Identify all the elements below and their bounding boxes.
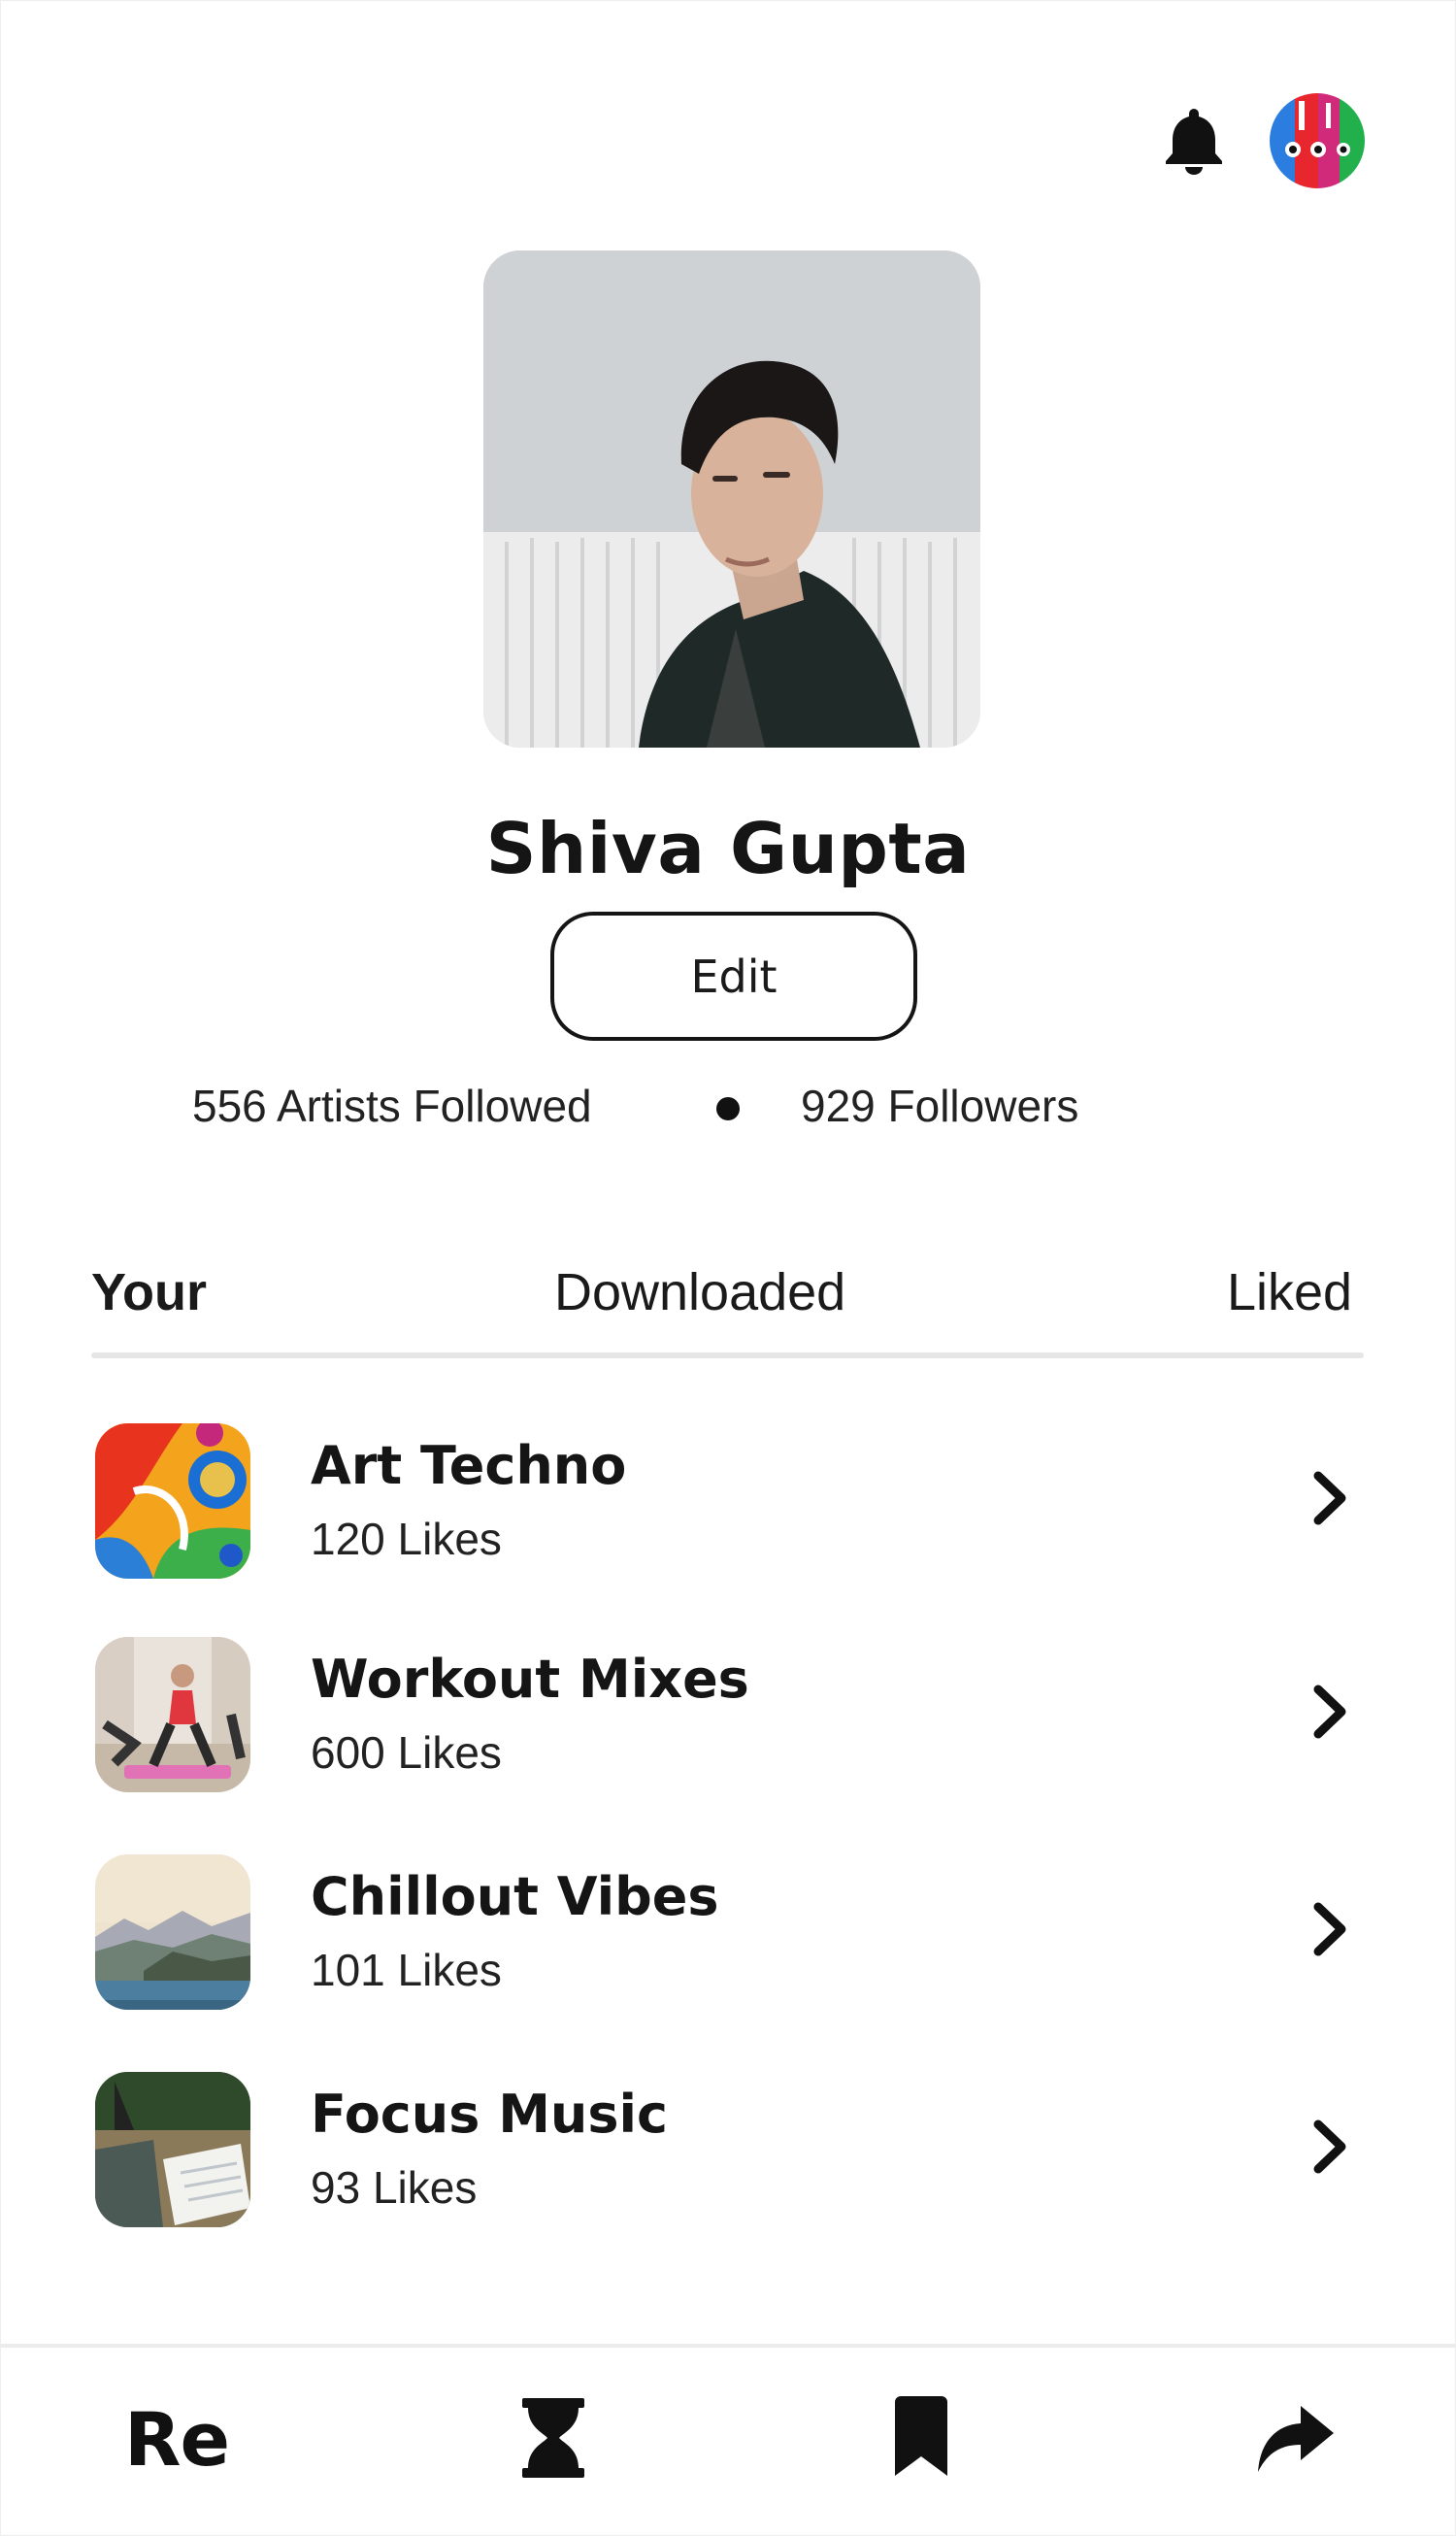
playlist-item-art-techno[interactable]: Art Techno 120 Likes	[91, 1423, 1364, 1588]
playlist-thumbnail	[95, 1637, 250, 1792]
playlist-likes: 93 Likes	[311, 2162, 478, 2213]
playlist-item-focus-music[interactable]: Focus Music 93 Likes	[91, 2072, 1364, 2237]
user-avatar[interactable]	[1270, 93, 1365, 188]
playlist-thumbnail	[95, 1423, 250, 1579]
playlist-likes: 600 Likes	[311, 1727, 502, 1778]
edit-button[interactable]: Edit	[550, 912, 917, 1041]
hourglass-icon[interactable]	[520, 2398, 586, 2482]
profile-name: Shiva Gupta	[485, 808, 971, 889]
share-icon[interactable]	[1254, 2402, 1336, 2478]
playlist-thumbnail	[95, 2072, 250, 2227]
tab-divider	[91, 1352, 1364, 1358]
chevron-right-icon[interactable]	[1307, 1468, 1355, 1528]
chevron-right-icon[interactable]	[1307, 1682, 1355, 1742]
playlist-item-workout-mixes[interactable]: Workout Mixes 600 Likes	[91, 1637, 1364, 1802]
artists-followed-count: 556 Artists Followed	[192, 1081, 592, 1131]
playlist-title: Chillout Vibes	[311, 1866, 719, 1927]
chevron-right-icon[interactable]	[1307, 2117, 1355, 2177]
followers-count: 929 Followers	[801, 1081, 1079, 1131]
playlist-title: Art Techno	[311, 1435, 627, 1496]
tab-liked[interactable]: Liked	[1227, 1262, 1352, 1322]
app-logo[interactable]: Re	[124, 2396, 230, 2483]
bell-icon[interactable]	[1163, 105, 1225, 175]
playlist-item-chillout-vibes[interactable]: Chillout Vibes 101 Likes	[91, 1854, 1364, 2019]
bottom-nav-divider	[0, 2344, 1456, 2348]
separator-dot	[716, 1097, 740, 1120]
playlist-thumbnail	[95, 1854, 250, 2010]
playlist-title: Focus Music	[311, 2084, 669, 2145]
chevron-right-icon[interactable]	[1307, 1899, 1355, 1959]
playlist-likes: 101 Likes	[311, 1945, 502, 1995]
tab-downloaded[interactable]: Downloaded	[554, 1262, 845, 1322]
playlist-title: Workout Mixes	[311, 1649, 749, 1710]
playlist-likes: 120 Likes	[311, 1514, 502, 1564]
profile-photo	[483, 250, 980, 748]
bookmark-icon[interactable]	[891, 2396, 951, 2482]
tab-your[interactable]: Your	[91, 1262, 207, 1322]
